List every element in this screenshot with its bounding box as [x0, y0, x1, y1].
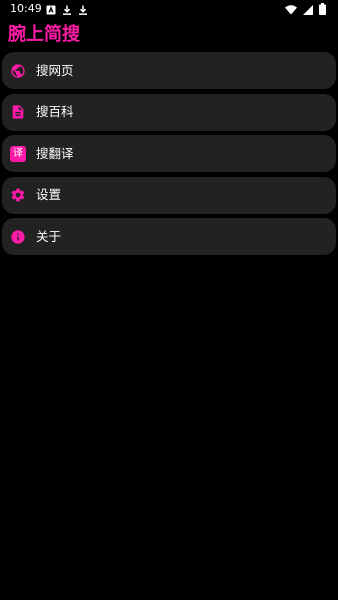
menu-item-web-search[interactable]: 搜网页 — [2, 52, 336, 89]
translate-icon: 译 — [10, 145, 26, 162]
main-menu: 搜网页 搜百科 译 搜翻译 设置 关于 — [0, 52, 338, 260]
menu-item-label: 搜翻译 — [36, 145, 74, 161]
globe-icon — [10, 63, 26, 79]
battery-icon — [319, 0, 326, 19]
menu-item-label: 设置 — [36, 187, 62, 202]
status-bar: 10:49 — [0, 0, 338, 18]
status-left-icons — [46, 3, 88, 15]
menu-item-label: 搜网页 — [36, 62, 74, 78]
menu-item-translate-search[interactable]: 译 搜翻译 — [2, 135, 336, 172]
status-right-icons — [285, 2, 326, 15]
info-icon — [10, 229, 26, 245]
app-title: 腕上简搜 — [8, 24, 80, 45]
menu-item-encyclopedia-search[interactable]: 搜百科 — [2, 93, 336, 131]
menu-item-about[interactable]: 关于 — [2, 218, 336, 255]
cellular-signal-icon — [303, 0, 313, 19]
gear-icon — [10, 187, 26, 203]
menu-item-label: 搜百科 — [36, 104, 74, 119]
menu-item-label: 关于 — [36, 228, 62, 244]
status-time: 10:49 — [10, 2, 42, 15]
notification-a-icon — [46, 0, 56, 19]
download-icon — [78, 0, 88, 19]
wifi-icon — [285, 0, 297, 19]
menu-item-settings[interactable]: 设置 — [2, 176, 336, 214]
translate-badge: 译 — [10, 145, 26, 162]
document-icon — [10, 104, 26, 120]
download-icon — [62, 0, 72, 19]
